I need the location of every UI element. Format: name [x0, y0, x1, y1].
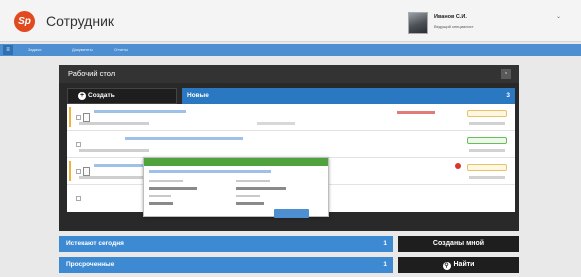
document-date [469, 122, 505, 125]
status-badge[interactable] [467, 164, 507, 171]
find-button[interactable]: ⚲ Найти [398, 257, 519, 273]
document-link[interactable] [125, 137, 243, 140]
list-item[interactable] [67, 131, 515, 158]
document-date [469, 149, 505, 152]
document-date [469, 176, 505, 179]
find-button-label: Найти [453, 261, 475, 268]
menu-item-documents[interactable]: Документы [72, 47, 93, 52]
overdue-label: Просроченные [66, 261, 115, 268]
row-checkbox[interactable] [76, 196, 81, 201]
document-link[interactable] [94, 110, 186, 113]
user-role: Ведущий специалист [434, 24, 474, 29]
create-button[interactable]: + Создать [67, 88, 177, 104]
overdue-tile[interactable]: Просроченные 1 [59, 257, 393, 273]
menu-icon[interactable]: ≡ [3, 45, 13, 55]
popup-header [144, 158, 328, 166]
desktop-title-bar: Рабочий стол ▫ [59, 65, 519, 83]
status-badge[interactable] [467, 110, 507, 117]
app-logo[interactable]: Sp [14, 11, 35, 32]
avatar[interactable] [408, 12, 428, 34]
plus-icon: + [78, 92, 86, 100]
status-badge[interactable] [467, 137, 507, 144]
popup-field-value [149, 202, 173, 205]
alert-icon [455, 163, 461, 169]
menu-item-reports[interactable]: Отчеты [114, 47, 128, 52]
window-control-icon[interactable]: ▫ [501, 69, 511, 79]
new-items-header[interactable]: Новые 3 [182, 88, 515, 104]
popup-open-button[interactable] [274, 209, 309, 218]
expiring-today-count: 1 [383, 240, 387, 247]
new-items-count: 3 [506, 92, 510, 99]
popup-field-label [236, 180, 270, 182]
popup-field-label [236, 195, 260, 197]
popup-field-label [149, 195, 171, 197]
chevron-down-icon[interactable]: ⌄ [556, 13, 561, 20]
created-by-me-button[interactable]: Созданы мной [398, 236, 519, 252]
app-header: Sp Сотрудник Иванов С.И. Ведущий специал… [0, 0, 581, 42]
user-name[interactable]: Иванов С.И. [434, 14, 467, 20]
document-meta [79, 122, 149, 125]
popup-field-value [236, 202, 264, 205]
document-meta [79, 176, 149, 179]
app-title: Сотрудник [46, 13, 115, 29]
row-checkbox[interactable] [76, 115, 81, 120]
row-checkbox[interactable] [76, 142, 81, 147]
document-icon [83, 167, 90, 176]
priority-flag [69, 161, 71, 181]
create-button-label: Создать [88, 92, 115, 99]
popup-field-value [236, 187, 286, 190]
expiring-today-tile[interactable]: Истекают сегодня 1 [59, 236, 393, 252]
overdue-count: 1 [383, 261, 387, 268]
popup-field-label [149, 180, 183, 182]
document-author [257, 122, 295, 125]
new-items-label: Новые [187, 92, 209, 99]
document-preview-popup [143, 157, 329, 218]
row-checkbox[interactable] [76, 169, 81, 174]
menu-item-tasks[interactable]: Задачи [28, 47, 41, 52]
deadline-warning [397, 111, 435, 114]
desktop-title: Рабочий стол [68, 69, 116, 78]
popup-document-link[interactable] [149, 170, 271, 173]
document-meta [79, 149, 149, 152]
main-menu-bar: ≡ Задачи Документы Отчеты [0, 44, 581, 56]
document-icon [83, 113, 90, 122]
expiring-today-label: Истекают сегодня [66, 240, 124, 247]
search-icon: ⚲ [442, 262, 451, 270]
priority-flag [69, 107, 71, 127]
popup-field-value [149, 187, 197, 190]
list-item[interactable] [67, 104, 515, 131]
